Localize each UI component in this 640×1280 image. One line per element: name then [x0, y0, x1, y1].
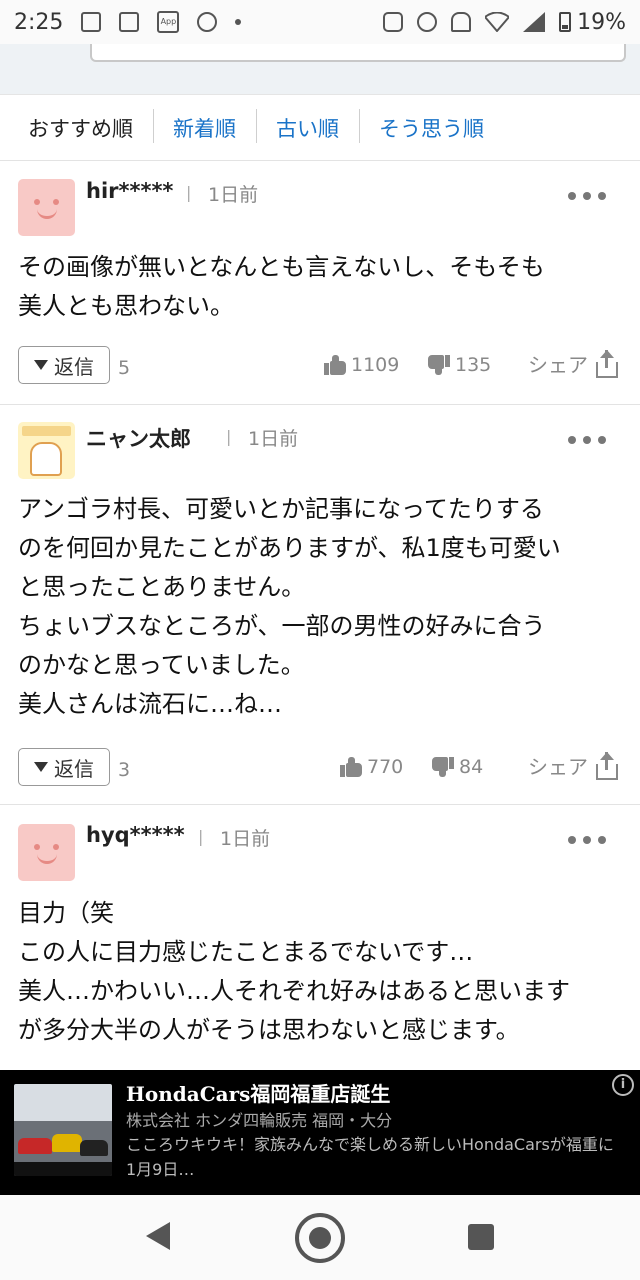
reply-button[interactable]: 返信 [18, 346, 110, 384]
chevron-down-icon [34, 360, 48, 370]
battery-icon [559, 12, 572, 32]
comment-timestamp: 1日前 [208, 184, 259, 206]
alarm-icon [417, 12, 438, 32]
meta-separator: | [226, 427, 232, 446]
comment-timestamp: 1日前 [220, 828, 271, 850]
comment-body: 目力（笑 この人に目力感じたことまるでないです… 美人…かわいい…人それぞれ好み… [18, 899, 570, 1044]
thumbs-up-icon [340, 757, 362, 777]
like-count: 770 [367, 756, 404, 778]
wifi-icon [485, 12, 510, 32]
status-time: 2:25 [14, 9, 64, 35]
like-button[interactable]: 1109 [324, 354, 399, 376]
ad-sponsor: 株式会社 ホンダ四輪販売 福岡・大分 [126, 1111, 393, 1130]
notes-icon [119, 12, 140, 32]
like-count: 1109 [351, 354, 400, 376]
share-button[interactable]: シェア [528, 751, 618, 780]
comment-item: hir***** | 1日前 その画像が無いとなんとも言えないし、そもそも 美人… [0, 160, 640, 404]
more-options-icon[interactable] [568, 192, 606, 202]
dislike-count: 84 [459, 756, 484, 778]
signal-icon [523, 12, 546, 32]
dislike-button[interactable]: 135 [428, 354, 491, 376]
comment-input[interactable] [90, 44, 626, 62]
share-label: シェア [528, 755, 588, 779]
tab-newest[interactable]: 新着順 [153, 108, 256, 143]
reply-label: 返信 [54, 354, 94, 379]
home-icon[interactable] [295, 1213, 345, 1263]
recent-apps-icon[interactable] [468, 1224, 494, 1250]
ad-description: こころウキウキ！家族みんなで楽しめる新しいHondaCarsが福重に1月9日… [126, 1135, 614, 1179]
avatar[interactable] [18, 179, 75, 236]
system-nav-bar [0, 1195, 640, 1280]
tab-recommended[interactable]: おすすめ順 [18, 113, 153, 143]
dislike-count: 135 [455, 354, 492, 376]
notification-dot-icon [235, 19, 242, 25]
comment-item: ニャン太郎 | 1日前 アンゴラ村長、可愛いとか記事になってたりする のを何回か… [0, 404, 640, 804]
more-options-icon[interactable] [568, 436, 606, 446]
share-icon [596, 751, 618, 780]
more-options-icon[interactable] [568, 836, 606, 846]
avatar[interactable] [18, 824, 75, 881]
ad-info-icon[interactable]: i [612, 1074, 634, 1096]
share-button[interactable]: シェア [528, 349, 618, 378]
reply-count: 3 [118, 759, 131, 781]
comment-body: アンゴラ村長、可愛いとか記事になってたりする のを何回か見たことがありますが、私… [18, 495, 561, 718]
battery-indicator: 19% [559, 10, 626, 35]
dislike-button[interactable]: 84 [432, 756, 483, 778]
gallery-icon [81, 12, 102, 32]
reply-count: 5 [118, 357, 131, 379]
comment-body: その画像が無いとなんとも言えないし、そもそも 美人とも思わない。 [18, 253, 545, 320]
ad-image[interactable] [14, 1084, 112, 1176]
meta-separator: | [186, 183, 192, 202]
mute-bell-icon [451, 12, 472, 32]
share-icon [596, 349, 618, 378]
reply-button[interactable]: 返信 [18, 748, 110, 786]
status-bar: 2:25 App 19% [0, 0, 640, 44]
battery-percent: 19% [577, 9, 626, 35]
comment-username[interactable]: hir***** [86, 179, 173, 203]
sort-tabs: おすすめ順 新着順 古い順 そう思う順 [0, 94, 640, 160]
thumbs-down-icon [432, 757, 454, 777]
comment-item: hyq***** | 1日前 目力（笑 この人に目力感じたことまるでないです… … [0, 804, 640, 1070]
back-icon[interactable] [146, 1222, 170, 1250]
comment-timestamp: 1日前 [248, 428, 299, 450]
ad-banner[interactable]: HondaCars福岡福重店誕生 株式会社 ホンダ四輪販売 福岡・大分 こころウ… [0, 1070, 640, 1195]
like-button[interactable]: 770 [340, 756, 403, 778]
share-label: シェア [528, 353, 588, 377]
nfc-icon [383, 12, 404, 32]
chevron-down-icon [34, 762, 48, 772]
meta-separator: | [198, 827, 204, 846]
tab-most-agreed[interactable]: そう思う順 [359, 108, 504, 143]
reply-label: 返信 [54, 756, 94, 781]
ad-title[interactable]: HondaCars福岡福重店誕生 [126, 1078, 390, 1107]
avatar[interactable] [18, 422, 75, 479]
tab-oldest[interactable]: 古い順 [256, 108, 359, 143]
comment-username[interactable]: ニャン太郎 [86, 423, 191, 453]
voice-message-icon [197, 12, 218, 32]
comment-username[interactable]: hyq***** [86, 823, 185, 847]
comment-input-area [0, 44, 640, 94]
thumbs-down-icon [428, 355, 450, 375]
app-icon: App [157, 11, 180, 33]
thumbs-up-icon [324, 355, 346, 375]
